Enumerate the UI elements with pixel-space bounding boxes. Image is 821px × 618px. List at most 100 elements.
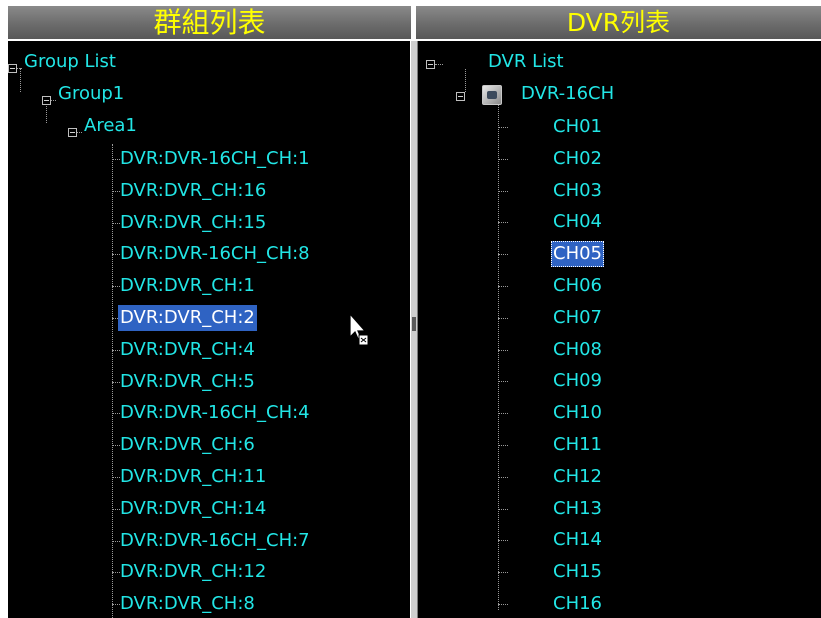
group-channel-item[interactable]: DVR:DVR_CH:4 — [118, 336, 257, 364]
dvr-channel-item[interactable]: CH02 — [551, 145, 604, 173]
dvr-tree-panel[interactable]: DVR List DVR-16CH CH01 CH02 CH03 CH04 CH05 CH… — [418, 41, 821, 618]
channel-label: CH16 — [553, 593, 603, 614]
group-channel-item[interactable]: DVR:DVR_CH:2 — [118, 304, 257, 332]
channel-label: CH08 — [553, 339, 603, 360]
channel-label: CH15 — [553, 561, 603, 582]
dvr-channel-item[interactable]: CH11 — [551, 431, 604, 459]
channel-label: DVR:DVR_CH:6 — [120, 434, 255, 455]
dvr-channel-item[interactable]: CH03 — [551, 177, 604, 205]
group-channel-item[interactable]: DVR:DVR-16CH_CH:8 — [118, 240, 312, 268]
group-channel-item[interactable]: DVR:DVR_CH:14 — [118, 495, 268, 523]
channel-label: CH11 — [553, 434, 603, 455]
channel-label: DVR:DVR_CH:2 — [118, 305, 257, 331]
channel-label: DVR:DVR_CH:11 — [120, 466, 267, 487]
dvr-channel-item[interactable]: CH07 — [551, 304, 604, 332]
dvr-list-header: DVR列表 — [416, 6, 821, 39]
tree-connector — [498, 350, 508, 351]
channel-label: DVR:DVR_CH:5 — [120, 371, 255, 392]
mouse-pointer-icon — [349, 313, 369, 346]
channel-label: CH02 — [553, 148, 603, 169]
channel-label: CH14 — [553, 529, 603, 550]
dvr-name-label: DVR-16CH — [521, 83, 615, 104]
tree-connector — [498, 509, 508, 510]
channel-label: DVR:DVR_CH:15 — [120, 212, 267, 233]
channel-label: DVR:DVR_CH:14 — [120, 498, 267, 519]
tree-root-dvr-list[interactable]: DVR List — [486, 48, 566, 76]
area-label: Area1 — [84, 115, 137, 136]
dvr-channel-item[interactable]: CH16 — [551, 590, 604, 618]
tree-root-group-list[interactable]: Group List — [22, 48, 118, 76]
group-channel-item[interactable]: DVR:DVR_CH:15 — [118, 209, 268, 237]
tree-connector — [498, 413, 508, 414]
tree-connector — [498, 101, 499, 610]
group-channel-item[interactable]: DVR:DVR-16CH_CH:7 — [118, 527, 312, 555]
group-channel-item[interactable]: DVR:DVR-16CH_CH:4 — [118, 399, 312, 427]
group-channel-item[interactable]: DVR:DVR_CH:6 — [118, 431, 257, 459]
dvr-root-label: DVR List — [488, 51, 564, 72]
tree-connector — [498, 604, 508, 605]
channel-label: CH05 — [551, 241, 605, 267]
tree-node-group1[interactable]: Group1 — [56, 80, 126, 108]
channel-label: CH04 — [553, 211, 603, 232]
tree-connector — [498, 477, 508, 478]
dvr-channel-item[interactable]: CH09 — [551, 367, 604, 395]
channel-label: CH10 — [553, 402, 603, 423]
group-list-collapse-icon[interactable] — [8, 64, 17, 73]
tree-connector — [498, 381, 508, 382]
group-channel-item[interactable]: DVR:DVR_CH:5 — [118, 368, 257, 396]
tree-connector — [20, 68, 21, 92]
tree-connector — [498, 159, 508, 160]
dvr-channel-item[interactable]: CH01 — [551, 113, 604, 141]
dvr-16ch-collapse-icon[interactable] — [456, 92, 465, 101]
group-channel-item[interactable]: DVR:DVR_CH:8 — [118, 590, 257, 618]
tree-connector — [498, 540, 508, 541]
dvr-channel-item[interactable]: CH15 — [551, 558, 604, 586]
group-channel-item[interactable]: DVR:DVR_CH:12 — [118, 558, 268, 586]
dvr-channel-item[interactable]: CH12 — [551, 463, 604, 491]
dvr-channel-item[interactable]: CH10 — [551, 399, 604, 427]
dvr-channel-item[interactable]: CH06 — [551, 272, 604, 300]
channel-label: CH12 — [553, 466, 603, 487]
channel-label: DVR:DVR-16CH_CH:1 — [120, 148, 310, 169]
tree-connector — [112, 144, 113, 618]
tree-root-label: Group List — [24, 51, 116, 72]
channel-label: DVR:DVR_CH:12 — [120, 561, 267, 582]
tree-node-area1[interactable]: Area1 — [82, 112, 139, 140]
channel-label: DVR:DVR-16CH_CH:8 — [120, 243, 310, 264]
group1-collapse-icon[interactable] — [42, 96, 51, 105]
channel-label: DVR:DVR_CH:16 — [120, 180, 267, 201]
channel-label: CH03 — [553, 180, 603, 201]
splitter-grip[interactable] — [412, 317, 416, 331]
tree-connector — [498, 191, 508, 192]
tree-node-dvr-16ch[interactable]: DVR-16CH — [519, 80, 616, 108]
area1-collapse-icon[interactable] — [68, 128, 77, 137]
dvr-channel-item[interactable]: CH13 — [551, 495, 604, 523]
channel-label: DVR:DVR_CH:8 — [120, 593, 255, 614]
tree-connector — [498, 127, 508, 128]
tree-connector — [498, 222, 508, 223]
channel-label: DVR:DVR_CH:1 — [120, 275, 255, 296]
channel-label: CH07 — [553, 307, 603, 328]
tree-connector — [498, 254, 508, 255]
channel-label: DVR:DVR_CH:4 — [120, 339, 255, 360]
group-channel-item[interactable]: DVR:DVR_CH:1 — [118, 272, 257, 300]
group-channel-item[interactable]: DVR:DVR_CH:16 — [118, 177, 268, 205]
dvr-channel-item[interactable]: CH04 — [551, 208, 604, 236]
tree-connector — [498, 286, 508, 287]
tree-connector — [498, 445, 508, 446]
dvr-channel-item[interactable]: CH08 — [551, 336, 604, 364]
channel-label: CH06 — [553, 275, 603, 296]
dvr-channel-item[interactable]: CH14 — [551, 526, 604, 554]
channel-label: CH01 — [553, 116, 603, 137]
group-list-title: 群組列表 — [153, 6, 266, 39]
tree-connector — [465, 69, 466, 92]
group-channel-item[interactable]: DVR:DVR_CH:11 — [118, 463, 268, 491]
group-channel-item[interactable]: DVR:DVR-16CH_CH:1 — [118, 145, 312, 173]
dvr-channel-item[interactable]: CH05 — [551, 240, 605, 268]
tree-connector — [498, 318, 508, 319]
channel-label: DVR:DVR-16CH_CH:7 — [120, 530, 310, 551]
tree-connector — [435, 64, 443, 65]
group-label: Group1 — [58, 83, 125, 104]
dvr-list-collapse-icon[interactable] — [426, 60, 435, 69]
panel-splitter[interactable] — [410, 41, 418, 618]
